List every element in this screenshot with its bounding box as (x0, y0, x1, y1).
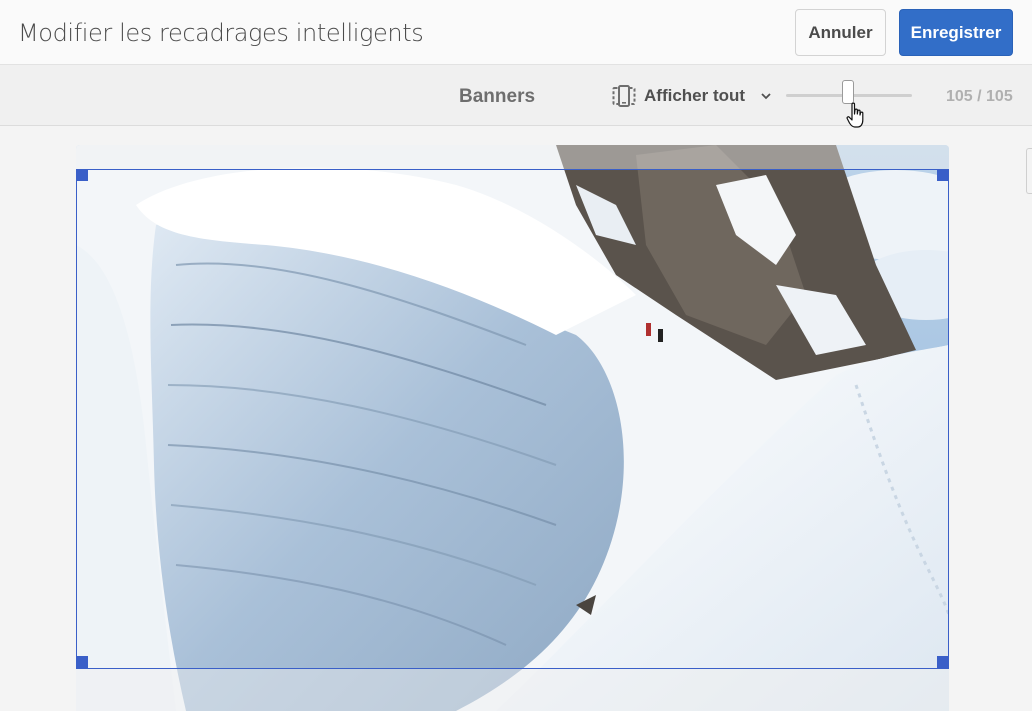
crop-handle-top-right[interactable] (937, 169, 949, 181)
cancel-button[interactable]: Annuler (795, 9, 886, 56)
crop-counter: 105 / 105 (946, 88, 1013, 105)
view-dropdown-label: Afficher tout (644, 86, 746, 105)
side-panel-tab[interactable] (1026, 148, 1032, 194)
crop-handle-top-left[interactable] (76, 169, 88, 181)
page-title: Modifier les recadrages intelligents (18, 19, 424, 47)
slider-thumb[interactable] (842, 80, 854, 104)
save-button[interactable]: Enregistrer (899, 9, 1013, 56)
hand-cursor-icon (846, 102, 864, 128)
crop-outside-top (76, 145, 949, 169)
header-bar: Modifier les recadrages intelligents Ann… (0, 0, 1032, 65)
crop-outside-bottom (76, 668, 949, 711)
crop-name-label: Banners (459, 86, 536, 107)
view-dropdown[interactable]: Afficher tout (612, 84, 773, 108)
crop-toolbar: Banners Afficher tout 105 / 105 (0, 65, 1032, 126)
crop-handle-bottom-left[interactable] (76, 656, 88, 668)
crop-handle-bottom-right[interactable] (937, 656, 949, 668)
chevron-down-icon (761, 93, 771, 100)
device-preview-icon (612, 85, 636, 107)
smart-crop-frame[interactable] (76, 169, 949, 669)
